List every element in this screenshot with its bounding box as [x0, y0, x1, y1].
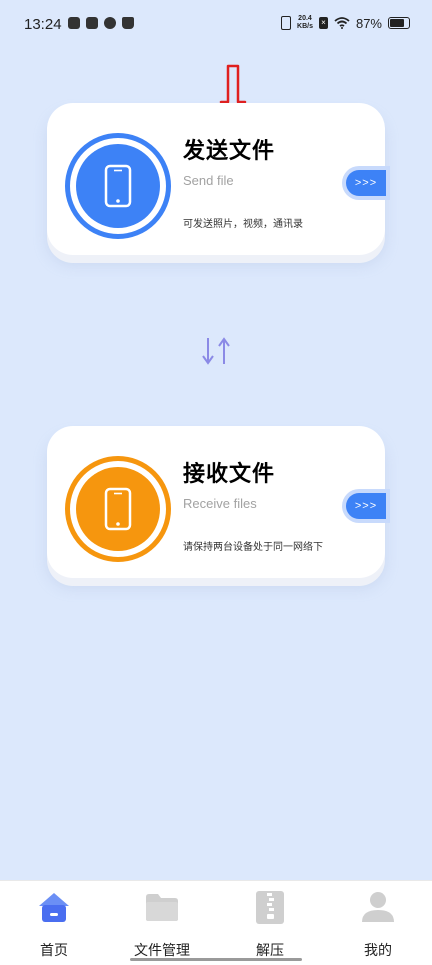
- phone-icon: [104, 164, 132, 208]
- status-right: 20.4 KB/s × 87%: [281, 15, 410, 31]
- crown-icon: [122, 17, 134, 29]
- send-icon-ring: [65, 133, 171, 239]
- receive-file-card[interactable]: 接收文件 Receive files 请保持两台设备处于同一网络下 >>>: [47, 426, 386, 578]
- phone-icon: [104, 487, 132, 531]
- home-icon: [39, 893, 69, 922]
- send-icon-circle: [76, 144, 160, 228]
- vibrate-icon: [281, 16, 292, 30]
- wechat-icon: [104, 17, 116, 29]
- home-indicator[interactable]: [130, 958, 302, 961]
- nav-item-unzip[interactable]: 解压: [225, 881, 315, 965]
- receive-card-subtitle: Receive files: [183, 496, 257, 511]
- nav-item-file-manager[interactable]: 文件管理: [117, 881, 207, 965]
- net-speed: 20.4 KB/s: [297, 15, 313, 31]
- folder-icon: [146, 894, 178, 921]
- send-go-button[interactable]: >>>: [346, 170, 386, 196]
- wifi-icon: [334, 17, 350, 29]
- send-card-subtitle: Send file: [183, 173, 234, 188]
- swap-arrows-icon: [202, 337, 230, 365]
- net-speed-value: 20.4: [298, 15, 312, 22]
- nav-label-mine: 我的: [364, 942, 392, 958]
- net-speed-unit: KB/s: [297, 23, 313, 30]
- zip-icon: [256, 891, 284, 924]
- receive-icon-ring: [65, 456, 171, 562]
- battery-icon: [388, 17, 410, 29]
- bottom-nav: 首页 文件管理 解压 我的: [0, 880, 432, 965]
- nav-label-unzip: 解压: [256, 942, 284, 958]
- battery-percent: 87%: [355, 15, 382, 31]
- no-sim-icon: ×: [318, 17, 328, 29]
- nav-label-file-manager: 文件管理: [134, 942, 190, 958]
- user-icon: [362, 892, 394, 922]
- nav-label-home: 首页: [40, 942, 68, 958]
- receive-icon-circle: [76, 467, 160, 551]
- nav-item-home[interactable]: 首页: [9, 881, 99, 965]
- receive-card-title: 接收文件: [183, 461, 276, 486]
- receive-go-button[interactable]: >>>: [346, 493, 386, 519]
- send-card-title: 发送文件: [183, 138, 276, 163]
- nav-item-mine[interactable]: 我的: [333, 881, 423, 965]
- status-bar: 13:24 20.4 KB/s × 87%: [0, 0, 432, 52]
- send-card-description: 可发送照片，视频，通讯录: [183, 219, 303, 230]
- send-file-card[interactable]: 发送文件 Send file 可发送照片，视频，通讯录 >>>: [47, 103, 386, 255]
- app-notification-icon: [86, 17, 98, 29]
- app-notification-icon: [68, 17, 80, 29]
- receive-card-description: 请保持两台设备处于同一网络下: [183, 542, 323, 553]
- status-time: 13:24: [24, 16, 62, 33]
- notification-icons: [68, 17, 134, 29]
